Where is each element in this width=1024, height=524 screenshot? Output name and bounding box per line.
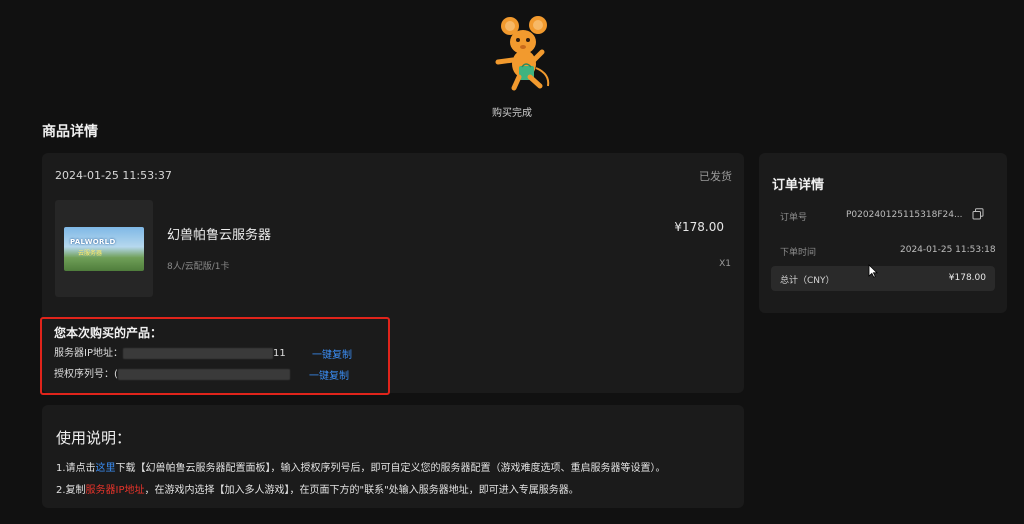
- product-spec: 8人/云配版/1卡: [167, 262, 230, 272]
- product-image: PALWORLD 云服务器: [64, 227, 144, 271]
- order-number-label: 订单号: [780, 213, 808, 223]
- order-number-value: P020240125115318F24...: [846, 210, 963, 220]
- order-status: 已发货: [699, 170, 732, 183]
- download-link[interactable]: 这里: [96, 463, 116, 474]
- usage-step-1-text-b: 下载【幻兽帕鲁云服务器配置面板】，输入授权序列号后，即可自定义您的服务器配置（游…: [115, 463, 666, 474]
- purchased-products-box: 您本次购买的产品： 服务器IP地址： 11 一键复制 授权序列号：( 一键复制: [40, 317, 390, 395]
- copy-icon[interactable]: [972, 208, 984, 220]
- product-thumbnail[interactable]: PALWORLD 云服务器: [55, 200, 153, 297]
- total-row: 总计（CNY） ¥178.00: [771, 266, 995, 291]
- thumbnail-title: PALWORLD: [70, 238, 116, 246]
- order-detail-card: 订单详情 订单号 P020240125115318F24... 下单时间 202…: [759, 153, 1007, 313]
- total-label: 总计（CNY）: [780, 276, 835, 286]
- usage-step-2-text-a: 2.复制: [56, 485, 86, 496]
- usage-step-2: 2.复制服务器IP地址，在游戏内选择【加入多人游戏】，在页面下方的"联系"处输入…: [56, 481, 579, 496]
- server-ip-label: 服务器IP地址：: [54, 348, 123, 359]
- server-ip-suffix: 11: [272, 348, 286, 359]
- purchase-complete-text: 购买完成: [492, 108, 532, 119]
- purchased-title: 您本次购买的产品：: [54, 326, 163, 340]
- usage-title: 使用说明：: [56, 429, 132, 447]
- thumbnail-subtitle: 云服务器: [78, 250, 103, 257]
- usage-step-1: 1.请点击这里下载【幻兽帕鲁云服务器配置面板】，输入授权序列号后，即可自定义您的…: [56, 459, 666, 474]
- copy-key-button[interactable]: 一键复制: [309, 367, 349, 382]
- server-ip-highlight: 服务器IP地址: [85, 485, 145, 496]
- license-key-row: 授权序列号：(: [54, 367, 290, 383]
- product-quantity: X1: [719, 259, 731, 269]
- mascot-icon: [495, 16, 550, 91]
- license-key-label: 授权序列号：: [54, 369, 114, 380]
- total-value: ¥178.00: [948, 273, 986, 283]
- usage-step-2-text-b: ，在游戏内选择【加入多人游戏】，在页面下方的"联系"处输入服务器地址，即可进入专…: [144, 485, 579, 496]
- order-time: 2024-01-25 11:53:37: [55, 169, 172, 182]
- server-ip-row: 服务器IP地址： 11: [54, 346, 286, 362]
- product-name[interactable]: 幻兽帕鲁云服务器: [167, 224, 271, 243]
- usage-card: 使用说明： 1.请点击这里下载【幻兽帕鲁云服务器配置面板】，输入授权序列号后，即…: [42, 405, 744, 508]
- section-title: 商品详情: [42, 124, 98, 140]
- license-key-redacted: [117, 368, 290, 380]
- order-detail-title: 订单详情: [772, 178, 825, 193]
- order-time-value: 2024-01-25 11:53:18: [900, 245, 996, 255]
- server-ip-redacted: [122, 347, 273, 359]
- usage-step-1-text-a: 1.请点击: [56, 463, 96, 474]
- copy-ip-button[interactable]: 一键复制: [312, 346, 352, 361]
- product-price: ¥178.00: [674, 220, 724, 234]
- cursor-icon: [868, 264, 878, 278]
- order-time-label: 下单时间: [780, 248, 817, 258]
